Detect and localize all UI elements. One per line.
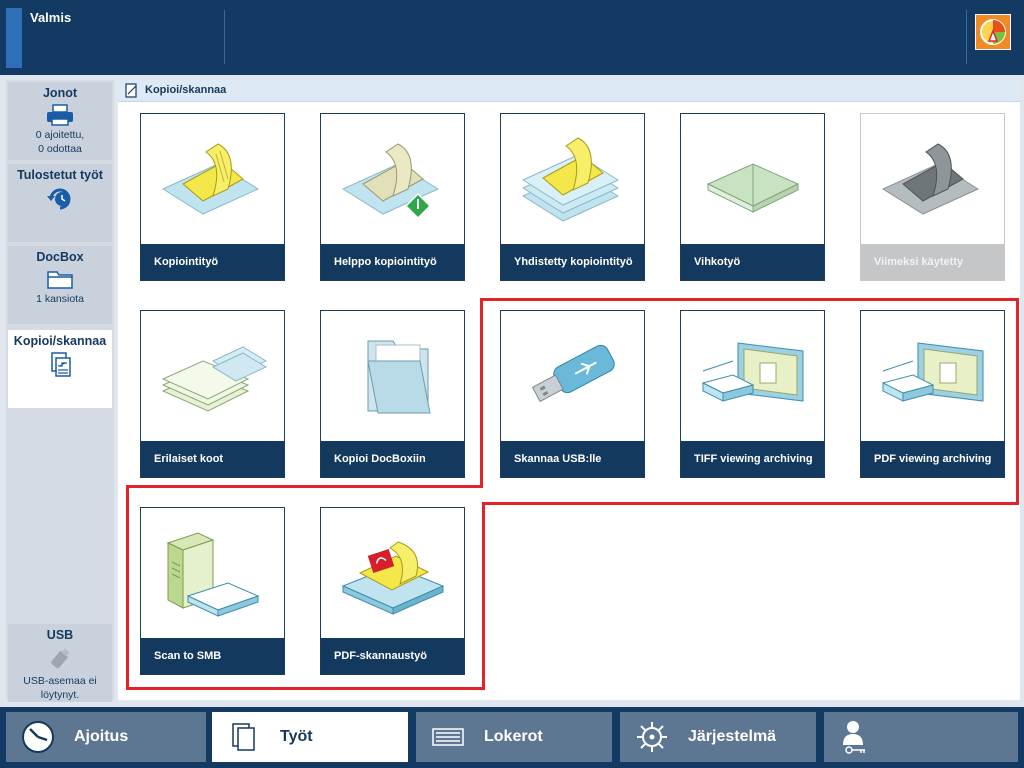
tile-copy-to-docbox[interactable]: Kopioi DocBoxiin (320, 310, 465, 478)
usb-stick-icon (51, 648, 70, 669)
tile-last-used[interactable]: Viimeksi käytetty (860, 113, 1005, 281)
tile-label: TIFF viewing archiving (681, 441, 824, 477)
mixed-sizes-icon (161, 346, 267, 412)
sidebar-item-sub: 0 odottaa (38, 143, 82, 155)
tile-pdf-scan-job[interactable]: PDF-skannaustyö (320, 507, 465, 675)
docbox-folder-icon (366, 340, 431, 414)
tile-scan-to-usb[interactable]: Skannaa USB:lle (500, 310, 645, 478)
sidebar-item-label: USB (46, 628, 74, 642)
main-panel: Kopioi/skannaa Kopiointityö Helppo kopio… (118, 80, 1020, 700)
server-scanner-icon (166, 532, 259, 617)
tile-label: Helppo kopiointityö (321, 244, 464, 280)
sidebar-item-label: DocBox (36, 250, 84, 264)
bottom-nav: Ajoitus Työt Lokerot Järjestelmä (0, 707, 1024, 768)
tab-system[interactable]: Järjestelmä (620, 712, 816, 762)
tab-label: Lokerot (484, 728, 543, 745)
tab-label: Järjestelmä (688, 728, 777, 745)
tab-label: Ajoitus (74, 728, 129, 745)
tile-pdf-viewing-archiving[interactable]: PDF viewing archiving (860, 310, 1005, 478)
tile-label: Viimeksi käytetty (861, 244, 1004, 280)
sidebar-item-label: Tulostetut työt (17, 168, 103, 182)
sidebar-item-sub: löytynyt. (40, 689, 80, 701)
tab-user-login[interactable] (824, 712, 1018, 762)
sidebar-item-queues[interactable]: Jonot 0 ajoitettu, 0 odottaa (8, 82, 112, 160)
tile-mixed-sizes[interactable]: Erilaiset koot (140, 310, 285, 478)
printer-icon (47, 104, 73, 126)
tile-combined-copy-job[interactable]: Yhdistetty kopiointityö (500, 113, 645, 281)
sidebar-item-printed-jobs[interactable]: Tulostetut työt (8, 164, 112, 242)
tab-scheduling[interactable]: Ajoitus (6, 712, 206, 762)
sidebar-item-docbox[interactable]: DocBox 1 kansiota (8, 246, 112, 324)
tile-label: Scan to SMB (141, 638, 284, 674)
user-key-icon (834, 719, 878, 755)
tile-label: Vihkotyö (681, 244, 824, 280)
status-divider (224, 10, 225, 64)
tab-trays[interactable]: Lokerot (416, 712, 612, 762)
sidebar-item-usb[interactable]: USB USB-asemaa ei löytynyt. (8, 624, 112, 702)
copy-scan-small-icon (125, 83, 137, 98)
combined-copy-job-icon (521, 137, 619, 222)
folder-icon (47, 271, 73, 289)
sidebar-item-label: Jonot (42, 86, 78, 100)
sidebar-item-sub: 1 kansiota (36, 293, 84, 305)
tile-label: Skannaa USB:lle (501, 441, 644, 477)
system-wheel-icon (630, 720, 674, 754)
status-text: Valmis (30, 10, 72, 25)
usb-drive-icon (531, 344, 615, 403)
breadcrumb-label: Kopioi/skannaa (145, 84, 227, 96)
breadcrumb: Kopioi/skannaa (118, 80, 1020, 102)
history-icon (47, 188, 71, 210)
tile-label: PDF viewing archiving (861, 441, 1004, 477)
trays-icon (426, 727, 470, 747)
scan-to-monitor-icon (701, 342, 803, 402)
sidebar-item-label: Kopioi/skannaa (13, 334, 107, 348)
tile-easy-copy-job[interactable]: Helppo kopiointityö (320, 113, 465, 281)
tab-jobs[interactable]: Työt (212, 712, 408, 762)
pdf-scan-icon (341, 541, 444, 615)
status-accent (6, 8, 22, 68)
tile-label: Erilaiset koot (141, 441, 284, 477)
tab-label: Työt (280, 728, 313, 745)
tile-label: Kopiointityö (141, 244, 284, 280)
clock-icon (16, 720, 60, 754)
status-bar: Valmis (0, 0, 1024, 75)
tile-label: Kopioi DocBoxiin (321, 441, 464, 477)
tile-label: PDF-skannaustyö (321, 638, 464, 674)
jobs-icon (222, 722, 266, 752)
system-status-icon[interactable] (975, 14, 1011, 50)
copy-job-icon (161, 143, 259, 215)
tile-tiff-viewing-archiving[interactable]: TIFF viewing archiving (680, 310, 825, 478)
tile-copy-job[interactable]: Kopiointityö (140, 113, 285, 281)
easy-copy-job-icon (341, 143, 439, 220)
copy-scan-icon (51, 352, 71, 377)
last-used-icon (881, 143, 979, 215)
sidebar-item-copy-scan[interactable]: Kopioi/skannaa (8, 330, 112, 408)
sidebar-item-sub: 0 ajoitettu, (35, 129, 85, 141)
booklet-icon (706, 163, 799, 213)
status-divider (966, 10, 967, 64)
tile-scan-to-smb[interactable]: Scan to SMB (140, 507, 285, 675)
sidebar-item-sub: USB-asemaa ei (23, 675, 97, 687)
scan-to-monitor-icon (881, 342, 983, 402)
tile-booklet-job[interactable]: Vihkotyö (680, 113, 825, 281)
tile-label: Yhdistetty kopiointityö (501, 244, 644, 280)
sidebar: Jonot 0 ajoitettu, 0 odottaa Tulostetut … (6, 80, 114, 702)
